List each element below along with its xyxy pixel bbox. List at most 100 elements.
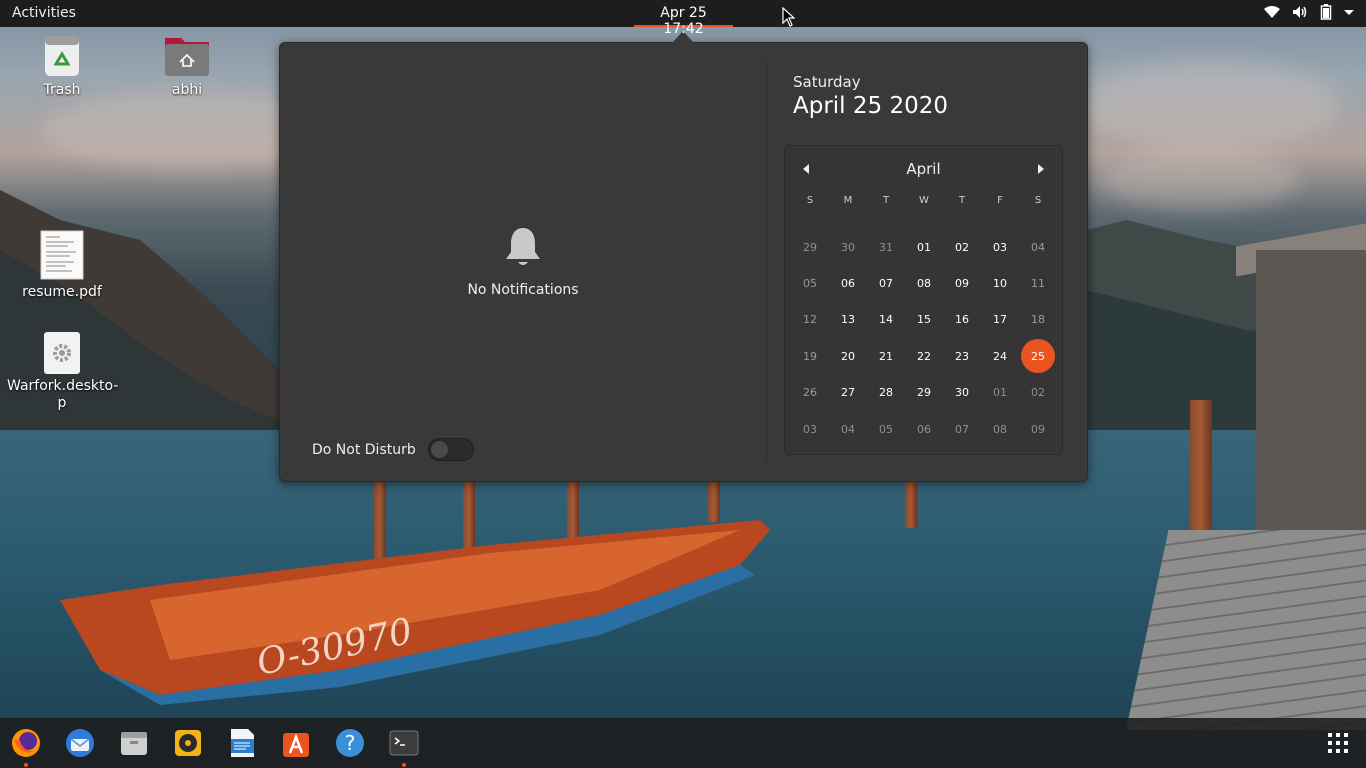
running-indicator [24, 763, 28, 767]
calendar-day[interactable]: 17 [981, 302, 1019, 338]
calendar-day[interactable]: 23 [943, 338, 981, 374]
calendar-day[interactable]: 09 [1019, 411, 1057, 447]
top-bar: Activities Apr 25 17:42 [0, 0, 1366, 37]
calendar-days-grid: 29 30 31 01 02 03 04 05 06 07 08 09 10 11 12 13 14 15 16 17… [791, 229, 1057, 447]
desktop-icon-label: abhi [171, 82, 203, 98]
battery-icon[interactable] [1320, 4, 1332, 20]
dock-files[interactable] [118, 727, 150, 759]
calendar-day[interactable]: 13 [829, 302, 867, 338]
calendar-day[interactable]: 04 [1019, 229, 1057, 265]
volume-icon[interactable] [1292, 4, 1308, 20]
calendar-day[interactable]: 30 [943, 375, 981, 411]
calendar-day[interactable]: 26 [791, 375, 829, 411]
system-menu-arrow-icon[interactable] [1344, 4, 1354, 20]
calendar-day[interactable]: 02 [1019, 375, 1057, 411]
date-menu-popover: No Notifications Do Not Disturb Saturday… [279, 42, 1088, 482]
desktop-icon-label: Warfork.deskto- p [7, 378, 119, 411]
calendar-weekday-row: S M T W T F S [791, 190, 1057, 227]
dock-help[interactable]: ? [334, 727, 366, 759]
dock-thunderbird[interactable] [64, 727, 96, 759]
calendar-day[interactable]: 29 [791, 229, 829, 265]
wifi-icon[interactable] [1264, 4, 1280, 20]
desktop-icon-home[interactable]: abhi [132, 34, 242, 98]
dock-software-center[interactable] [280, 727, 312, 759]
calendar-header: April [785, 158, 1062, 180]
calendar-day[interactable]: 31 [867, 229, 905, 265]
weekday-header: S [1034, 195, 1042, 206]
thunderbird-icon [66, 729, 94, 757]
activities-button[interactable]: Activities [12, 5, 76, 21]
calendar-day[interactable]: 03 [981, 229, 1019, 265]
system-tray[interactable] [1264, 4, 1354, 20]
calendar-day[interactable]: 14 [867, 302, 905, 338]
prev-month-button[interactable] [793, 158, 819, 180]
wooden-pier [1126, 530, 1366, 730]
rhythmbox-icon [175, 730, 201, 756]
calendar-day[interactable]: 29 [905, 375, 943, 411]
calendar-day[interactable]: 16 [943, 302, 981, 338]
calendar-day[interactable]: 28 [867, 375, 905, 411]
calendar-day[interactable]: 10 [981, 265, 1019, 301]
calendar-day[interactable]: 19 [791, 338, 829, 374]
trash-icon [43, 34, 81, 78]
clock-date: Apr 25 [660, 5, 707, 21]
desktop-icon-trash[interactable]: Trash [7, 34, 117, 98]
no-notifications-label: No Notifications [467, 282, 579, 298]
calendar-day[interactable]: 18 [1019, 302, 1057, 338]
calendar-day[interactable]: 01 [981, 375, 1019, 411]
clock-button[interactable]: Apr 25 17:42 [634, 0, 733, 37]
calendar-month-label: April [906, 160, 941, 178]
calendar-day[interactable]: 05 [867, 411, 905, 447]
weekday-header: T [882, 195, 890, 206]
mouse-pointer-icon [782, 7, 796, 27]
calendar-day[interactable]: 08 [905, 265, 943, 301]
calendar-day[interactable]: 03 [791, 411, 829, 447]
full-date-label[interactable]: April 25 2020 [793, 93, 948, 119]
calendar-day[interactable]: 02 [943, 229, 981, 265]
calendar-day-today[interactable]: 25 [1019, 338, 1057, 374]
do-not-disturb-switch[interactable] [427, 438, 474, 461]
calendar-day[interactable]: 21 [867, 338, 905, 374]
calendar-day[interactable]: 08 [981, 411, 1019, 447]
calendar-day[interactable]: 20 [829, 338, 867, 374]
show-applications-icon[interactable] [1328, 733, 1348, 753]
calendar: April S M T W T F S 29 30 31 01 02 03 04 05 06 07… [784, 145, 1063, 455]
calendar-day[interactable]: 12 [791, 302, 829, 338]
calendar-day[interactable]: 07 [867, 265, 905, 301]
calendar-day[interactable]: 05 [791, 265, 829, 301]
clock-time: 17:42 [663, 21, 704, 37]
calendar-day[interactable]: 09 [943, 265, 981, 301]
libreoffice-writer-icon [231, 729, 254, 757]
weekday-label[interactable]: Saturday [793, 73, 861, 91]
popover-divider [766, 63, 767, 463]
desktop-icon-label: resume.pdf [22, 284, 102, 300]
calendar-day[interactable]: 01 [905, 229, 943, 265]
calendar-day[interactable]: 06 [829, 265, 867, 301]
desktop-icon-label: Trash [43, 82, 81, 98]
calendar-day[interactable]: 04 [829, 411, 867, 447]
pdf-document-icon [40, 230, 84, 280]
dock-firefox[interactable] [10, 727, 42, 767]
running-indicator [402, 763, 406, 767]
calendar-day[interactable]: 27 [829, 375, 867, 411]
calendar-day[interactable]: 22 [905, 338, 943, 374]
help-icon: ? [336, 729, 364, 757]
weekday-header: S [806, 195, 814, 206]
calendar-day[interactable]: 11 [1019, 265, 1057, 301]
dock-libreoffice-writer[interactable] [226, 727, 258, 759]
dock-rhythmbox[interactable] [172, 727, 204, 759]
calendar-day[interactable]: 30 [829, 229, 867, 265]
desktop-icon-resume-pdf[interactable]: resume.pdf [7, 230, 117, 300]
calendar-day[interactable]: 07 [943, 411, 981, 447]
dock-terminal[interactable] [388, 727, 420, 767]
boat: O-30970 [60, 520, 770, 705]
calendar-day[interactable]: 06 [905, 411, 943, 447]
next-month-button[interactable] [1028, 158, 1054, 180]
desktop-icon-warfork[interactable]: Warfork.deskto- p [7, 332, 119, 412]
files-icon [121, 732, 147, 755]
calendar-day[interactable]: 15 [905, 302, 943, 338]
weekday-header: F [997, 195, 1003, 206]
calendar-day[interactable]: 24 [981, 338, 1019, 374]
bell-icon [280, 226, 766, 272]
chevron-right-icon [1038, 164, 1044, 174]
